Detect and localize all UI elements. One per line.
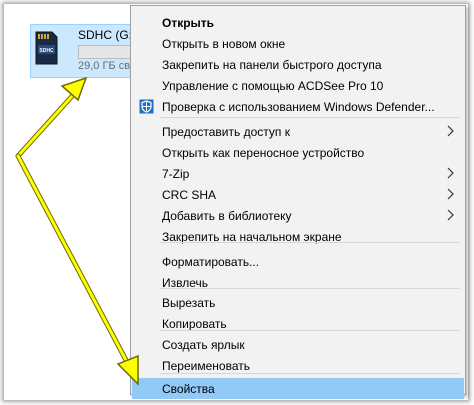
menu-item[interactable]: Форматировать...	[132, 251, 464, 272]
menu-item-label: Свойства	[162, 382, 215, 396]
menu-item-label: Проверка с использованием Windows Defend…	[162, 100, 435, 114]
menu-item-label: Открыть в новом окне	[162, 37, 286, 51]
menu-item[interactable]: Управление с помощью ACDSee Pro 10	[132, 75, 464, 96]
menu-item[interactable]: Открыть в новом окне	[132, 33, 464, 54]
drive-name: SDHC (G:)	[78, 28, 136, 42]
menu-item-label: Форматировать...	[162, 255, 260, 269]
chevron-right-icon	[447, 188, 454, 200]
menu-separator	[160, 242, 460, 243]
chevron-right-icon	[447, 209, 454, 221]
chevron-right-icon	[447, 125, 454, 137]
menu-item[interactable]: Предоставить доступ к	[132, 121, 464, 142]
menu-item[interactable]: 7-Zip	[132, 163, 464, 184]
menu-separator	[160, 117, 460, 118]
menu-item-label: Добавить в библиотеку	[162, 209, 292, 223]
svg-text:SDHC: SDHC	[39, 48, 54, 54]
menu-item-label: Переименовать	[162, 359, 250, 373]
menu-item-label: 7-Zip	[162, 167, 190, 181]
menu-item[interactable]: Проверка с использованием Windows Defend…	[132, 96, 464, 117]
sd-card-icon: SDHC	[35, 31, 58, 65]
menu-separator	[160, 288, 460, 289]
menu-item[interactable]: Открыть	[132, 12, 464, 33]
menu-item[interactable]: Извлечь	[132, 272, 464, 293]
menu-item-label: CRC SHA	[162, 188, 217, 202]
windows-defender-icon	[139, 99, 154, 114]
menu-item[interactable]: Закрепить на панели быстрого доступа	[132, 54, 464, 75]
menu-item[interactable]: Создать ярлык	[132, 334, 464, 355]
menu-item-label: Вырезать	[162, 296, 216, 310]
menu-item[interactable]: CRC SHA	[132, 184, 464, 205]
menu-item[interactable]: Добавить в библиотеку	[132, 205, 464, 226]
menu-item-label: Закрепить на панели быстрого доступа	[162, 58, 382, 72]
menu-item-label: Создать ярлык	[162, 338, 245, 352]
menu-separator	[160, 330, 460, 331]
menu-item-label: Копировать	[162, 317, 227, 331]
drive-free-space: 29,0 ГБ своб	[78, 60, 130, 72]
menu-item[interactable]: Вырезать	[132, 292, 464, 313]
chevron-right-icon	[447, 167, 454, 179]
menu-item[interactable]: Закрепить на начальном экране	[132, 226, 464, 247]
menu-item[interactable]: Открыть как переносное устройство	[132, 142, 464, 163]
menu-item-label: Управление с помощью ACDSee Pro 10	[162, 79, 384, 93]
menu-separator	[160, 373, 460, 374]
menu-item-label: Открыть	[162, 16, 215, 30]
menu-item[interactable]: Свойства	[132, 378, 464, 399]
menu-item-label: Открыть как переносное устройство	[162, 146, 365, 160]
context-menu: Открыть Открыть в новом окне Закрепить на …	[130, 5, 466, 399]
menu-item-label: Предоставить доступ к	[162, 125, 290, 139]
